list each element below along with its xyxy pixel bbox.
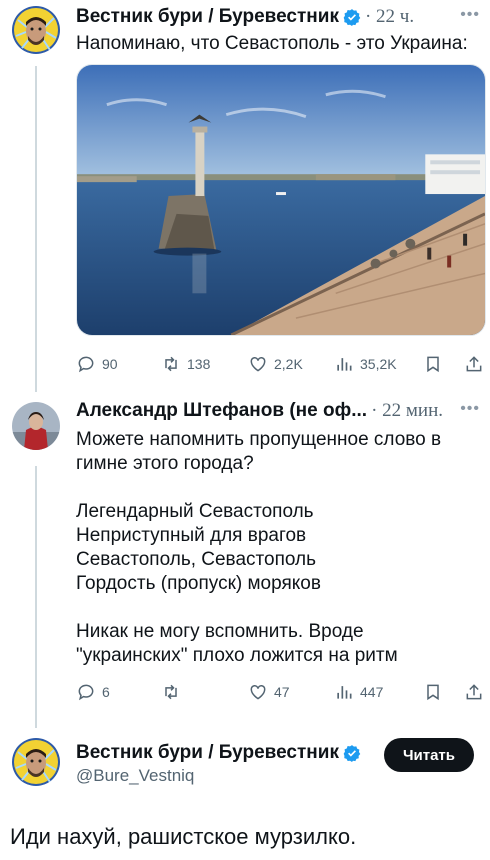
bookmark-icon [427, 684, 439, 701]
share-icon [466, 684, 482, 700]
tweet-time[interactable]: · 22 ч. [365, 6, 414, 28]
tweet-text: Напоминаю, что Севастополь - это Украина… [76, 33, 468, 54]
more-icon[interactable]: ••• [460, 400, 480, 418]
bookmark-button[interactable] [423, 354, 443, 374]
reply-count: 6 [102, 684, 110, 700]
views-button[interactable]: 447 [334, 682, 383, 702]
tweet-focused[interactable]: Вестник бури / Буревестник @Bure_Vestniq… [0, 738, 490, 858]
reply-button[interactable]: 90 [76, 354, 118, 374]
views-icon [337, 358, 352, 371]
views-button[interactable]: 35,2K [334, 354, 397, 374]
like-button[interactable]: 2,2K [248, 354, 303, 374]
views-count: 35,2K [360, 356, 397, 372]
retweet-icon [165, 684, 177, 700]
tweet-photo[interactable] [76, 64, 486, 336]
avatar-image [12, 738, 60, 786]
like-icon [250, 684, 266, 700]
sevastopol-monument-photo [77, 65, 485, 335]
tweet-original[interactable]: Вестник бури / Буревестник · 22 ч. ••• Н… [0, 6, 490, 376]
avatar-shtefanov[interactable] [12, 402, 60, 450]
views-icon [337, 686, 352, 699]
author-name[interactable]: Александр Штефанов (не оф... [76, 400, 367, 422]
reply-count: 90 [102, 356, 118, 372]
author-name[interactable]: Вестник бури / Буревестник [76, 742, 339, 764]
avatar-burevestnik[interactable] [12, 6, 60, 54]
avatar-image [12, 6, 60, 54]
tweet-text: Можете напомнить пропущенное слово в гим… [76, 429, 442, 666]
views-count: 447 [360, 684, 384, 700]
author-handle[interactable]: @Bure_Vestniq [76, 766, 194, 786]
tweet-text: Иди нахуй, рашистское мурзилко. [10, 824, 357, 849]
avatar-burevestnik[interactable] [12, 738, 60, 786]
tweet-time[interactable]: · 22 мин. [371, 400, 443, 422]
like-count: 2,2K [274, 356, 303, 372]
like-button[interactable]: 47 [248, 682, 290, 702]
retweet-button[interactable]: 138 [161, 354, 210, 374]
tweet-actions: 90 138 2,2K 35,2K [76, 354, 486, 378]
reply-icon [78, 684, 94, 701]
reply-button[interactable]: 6 [76, 682, 110, 702]
tweet-header: Александр Штефанов (не оф... · 22 мин. [76, 400, 443, 422]
bookmark-button[interactable] [423, 682, 443, 702]
like-count: 47 [274, 684, 290, 700]
avatar-image [12, 402, 60, 450]
retweet-button[interactable] [161, 682, 187, 702]
bookmark-icon [427, 356, 439, 373]
tweet-reply[interactable]: Александр Штефанов (не оф... · 22 мин. •… [0, 400, 490, 710]
share-button[interactable] [464, 354, 484, 374]
share-button[interactable] [464, 682, 484, 702]
share-icon [466, 356, 482, 372]
retweet-icon [165, 356, 177, 372]
verified-icon [343, 9, 361, 26]
like-icon [250, 356, 266, 372]
reply-icon [78, 356, 94, 373]
tweet-header: Вестник бури / Буревестник [76, 742, 361, 764]
tweet-header: Вестник бури / Буревестник · 22 ч. [76, 6, 414, 28]
tweet-actions: 6 47 447 [76, 682, 486, 706]
author-name[interactable]: Вестник бури / Буревестник [76, 6, 339, 28]
follow-button[interactable]: Читать [384, 738, 474, 772]
retweet-count: 138 [187, 356, 211, 372]
verified-icon [343, 745, 361, 762]
more-icon[interactable]: ••• [460, 6, 480, 24]
